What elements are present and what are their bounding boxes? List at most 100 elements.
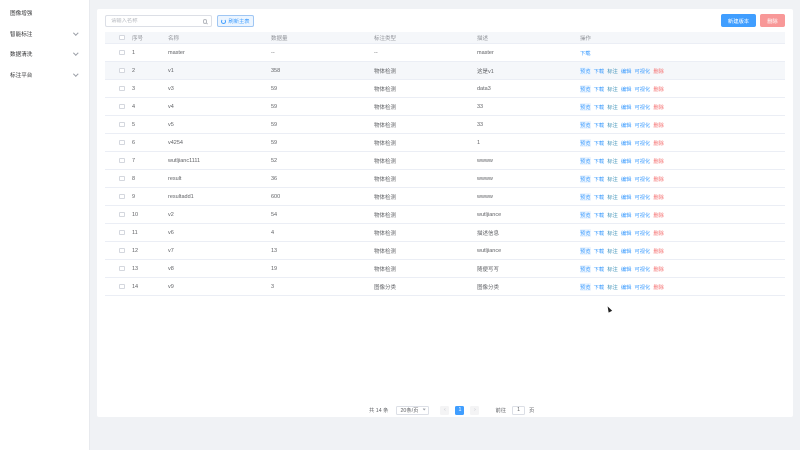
delete-link[interactable]: 删除 [653,139,664,147]
annotate-link[interactable]: 标注 [607,85,618,93]
table-row[interactable]: 5 v5 59 物体检测 33 预览 下载 标注 编辑 可视化 删除 [105,116,785,134]
delete-link[interactable]: 删除 [653,193,664,201]
preview-link[interactable]: 预览 [580,210,591,219]
annotate-link[interactable]: 标注 [607,121,618,129]
preview-link[interactable]: 预览 [580,246,591,255]
refresh-button[interactable]: 刷新主表 [217,15,254,27]
row-checkbox[interactable] [119,157,125,164]
table-row[interactable]: 11 v6 4 物体检测 描述信息 预览 下载 标注 编辑 可视化 删除 [105,224,785,242]
visualize-link[interactable]: 可视化 [634,211,650,219]
download-link[interactable]: 下载 [594,247,605,255]
row-checkbox[interactable] [119,229,125,236]
edit-link[interactable]: 编辑 [621,139,632,147]
preview-link[interactable]: 预览 [580,174,591,183]
delete-link[interactable]: 删除 [653,85,664,93]
sidebar-item[interactable]: 图像增强 [0,3,89,24]
preview-link[interactable]: 预览 [580,228,591,237]
preview-link[interactable]: 预览 [580,156,591,165]
preview-link[interactable]: 预览 [580,264,591,273]
delete-link[interactable]: 删除 [653,67,664,75]
search-box[interactable] [105,15,212,27]
delete-link[interactable]: 删除 [653,211,664,219]
visualize-link[interactable]: 可视化 [634,139,650,147]
row-checkbox[interactable] [119,265,125,272]
download-link[interactable]: 下载 [594,157,605,165]
row-checkbox[interactable] [119,283,125,290]
row-checkbox[interactable] [119,247,125,254]
visualize-link[interactable]: 可视化 [634,193,650,201]
table-row[interactable]: 10 v2 54 物体检测 wutljiance 预览 下载 标注 编辑 可视化 删除 [105,206,785,224]
table-row[interactable]: 8 result 36 物体检测 wwww 预览 下载 标注 编辑 可视化 删除 [105,170,785,188]
download-link[interactable]: 下载 [594,103,605,111]
table-row[interactable]: 3 v3 59 物体检测 data3 预览 下载 标注 编辑 可视化 删除 [105,80,785,98]
visualize-link[interactable]: 可视化 [634,175,650,183]
table-row[interactable]: 9 resultadd1 600 物体检测 wwww 预览 下载 标注 编辑 可视化 删除 [105,188,785,206]
download-link[interactable]: 下载 [594,139,605,147]
visualize-link[interactable]: 可视化 [634,121,650,129]
download-link[interactable]: 下载 [594,229,605,237]
preview-link[interactable]: 预览 [580,102,591,111]
visualize-link[interactable]: 可视化 [634,247,650,255]
new-version-button[interactable]: 新建版本 [721,14,756,27]
download-link[interactable]: 下载 [594,85,605,93]
preview-link[interactable]: 预览 [580,192,591,201]
row-checkbox[interactable] [119,49,125,56]
edit-link[interactable]: 编辑 [621,67,632,75]
table-row[interactable]: 1 master -- -- master 下载 [105,44,785,62]
delete-link[interactable]: 删除 [653,247,664,255]
visualize-link[interactable]: 可视化 [634,157,650,165]
edit-link[interactable]: 编辑 [621,157,632,165]
download-link[interactable]: 下载 [594,265,605,273]
annotate-link[interactable]: 标注 [607,193,618,201]
delete-link[interactable]: 删除 [653,103,664,111]
preview-link[interactable]: 预览 [580,120,591,129]
sidebar-item[interactable]: 标注平台 [0,65,89,86]
download-link[interactable]: 下载 [594,193,605,201]
annotate-link[interactable]: 标注 [607,283,618,291]
delete-button[interactable]: 删除 [760,14,785,27]
edit-link[interactable]: 编辑 [621,85,632,93]
sidebar-item[interactable]: 智能标注 [0,24,89,45]
edit-link[interactable]: 编辑 [621,265,632,273]
row-checkbox[interactable] [119,67,125,74]
annotate-link[interactable]: 标注 [607,211,618,219]
page-size-select[interactable]: 20条/页 [396,405,430,415]
next-page-button[interactable]: › [470,405,480,415]
edit-link[interactable]: 编辑 [621,247,632,255]
annotate-link[interactable]: 标注 [607,157,618,165]
edit-link[interactable]: 编辑 [621,193,632,201]
annotate-link[interactable]: 标注 [607,139,618,147]
sidebar-item[interactable]: 数据清洗 [0,44,89,65]
row-checkbox[interactable] [119,211,125,218]
download-link[interactable]: 下载 [594,175,605,183]
table-row[interactable]: 14 v9 3 图像分类 图像分类 预览 下载 标注 编辑 可视化 删除 [105,278,785,296]
delete-link[interactable]: 删除 [653,157,664,165]
table-row[interactable]: 6 v4254 59 物体检测 1 预览 下载 标注 编辑 可视化 删除 [105,134,785,152]
table-row[interactable]: 2 v1 358 物体检测 这是v1 预览 下载 标注 编辑 可视化 删除 [105,62,785,80]
row-checkbox[interactable] [119,85,125,92]
row-checkbox[interactable] [119,139,125,146]
table-row[interactable]: 13 v8 19 物体检测 随便写写 预览 下载 标注 编辑 可视化 删除 [105,260,785,278]
preview-link[interactable]: 预览 [580,84,591,93]
page-number-current[interactable]: 1 [455,405,465,415]
select-all-checkbox[interactable] [119,34,125,41]
row-checkbox[interactable] [119,121,125,128]
download-link[interactable]: 下载 [594,211,605,219]
search-icon[interactable] [202,19,207,24]
annotate-link[interactable]: 标注 [607,247,618,255]
table-row[interactable]: 7 wutljianc1111 52 物体检测 wwww 预览 下载 标注 编辑 可视化 删除 [105,152,785,170]
edit-link[interactable]: 编辑 [621,103,632,111]
download-link[interactable]: 下载 [594,283,605,291]
preview-link[interactable]: 预览 [580,66,591,75]
download-link[interactable]: 下载 [594,67,605,75]
preview-link[interactable]: 预览 [580,138,591,147]
delete-link[interactable]: 删除 [653,229,664,237]
search-input[interactable] [111,18,199,24]
edit-link[interactable]: 编辑 [621,211,632,219]
delete-link[interactable]: 删除 [653,175,664,183]
visualize-link[interactable]: 可视化 [634,265,650,273]
annotate-link[interactable]: 标注 [607,229,618,237]
annotate-link[interactable]: 标注 [607,67,618,75]
download-link[interactable]: 下载 [594,121,605,129]
table-row[interactable]: 12 v7 13 物体检测 wutljiance 预览 下载 标注 编辑 可视化 删除 [105,242,785,260]
